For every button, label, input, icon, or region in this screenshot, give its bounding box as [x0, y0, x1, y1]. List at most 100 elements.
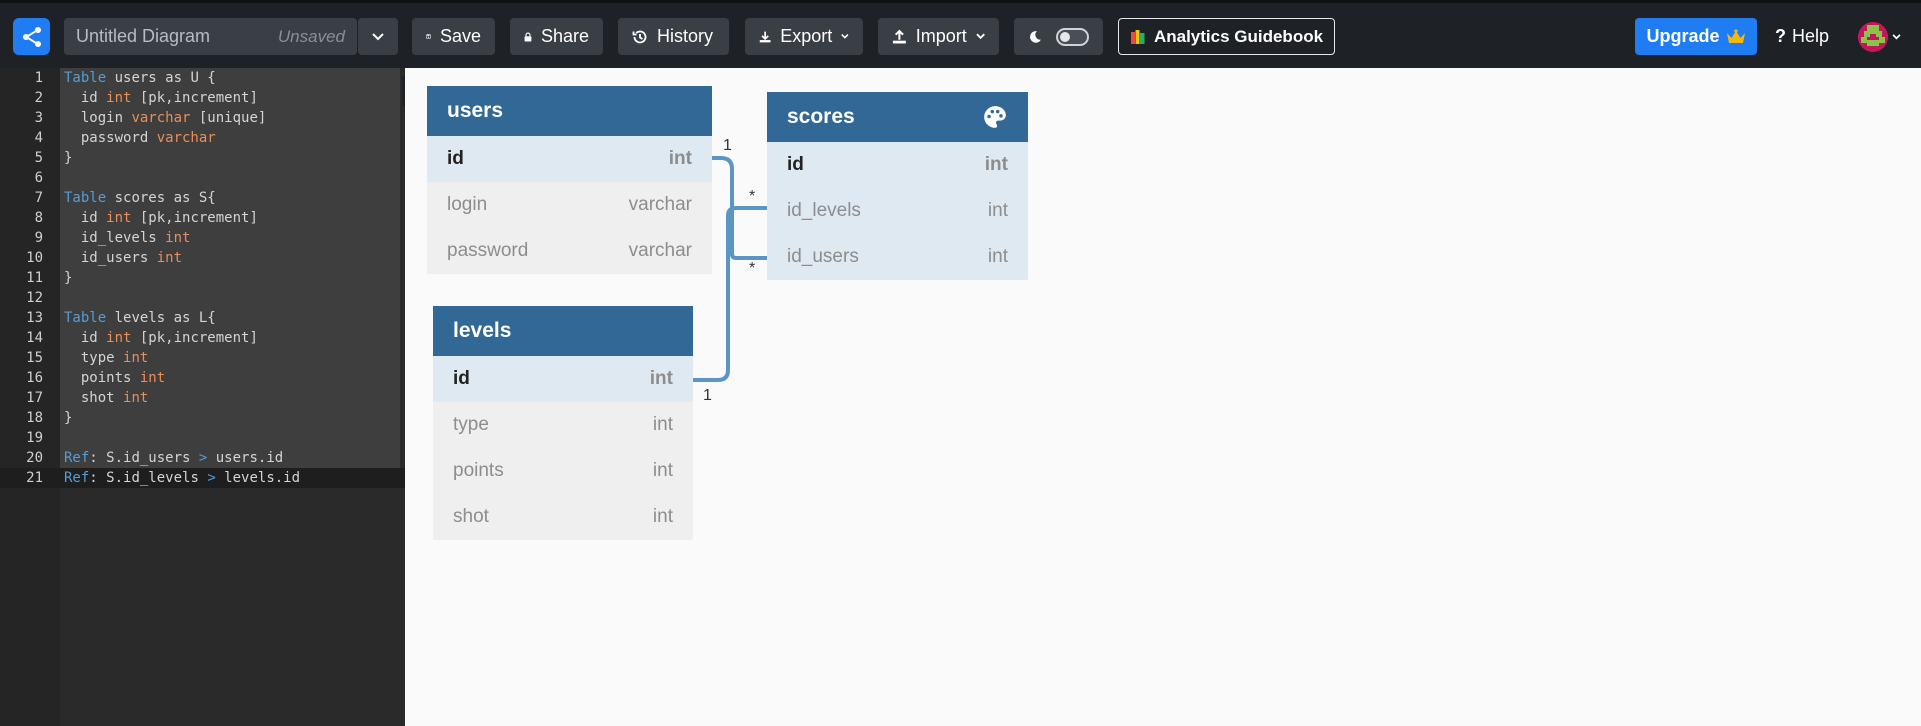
code-line: id int [pk,increment]	[64, 210, 258, 226]
table-header[interactable]: users	[427, 86, 712, 136]
user-menu[interactable]	[1858, 18, 1906, 55]
line-number: 20	[26, 450, 43, 466]
field-row[interactable]: id_users int	[767, 234, 1028, 280]
export-label: Export	[780, 26, 833, 46]
books-icon	[1130, 29, 1145, 44]
field-name: shot	[453, 506, 489, 527]
dark-mode-toggle[interactable]	[1014, 18, 1103, 55]
import-button[interactable]: Import	[878, 18, 999, 55]
upgrade-label: Upgrade	[1646, 26, 1720, 46]
chevron-down-icon	[976, 33, 985, 40]
field-type: int	[987, 200, 1008, 221]
code-line: }	[64, 270, 73, 286]
line-number: 12	[26, 290, 43, 306]
history-button[interactable]: History	[618, 18, 729, 55]
chevron-down-icon	[372, 32, 384, 40]
field-name: type	[453, 414, 489, 435]
save-button[interactable]: Save	[412, 18, 495, 55]
field-row[interactable]: shot int	[433, 494, 693, 540]
field-name: password	[447, 240, 529, 261]
moon-icon	[1030, 30, 1041, 43]
code-line: }	[64, 410, 73, 426]
code-line: points int	[64, 370, 166, 386]
help-label: Help	[1792, 26, 1830, 46]
history-label: History	[657, 26, 714, 46]
line-number: 21	[26, 470, 43, 486]
import-label: Import	[915, 26, 967, 46]
line-number: 13	[26, 310, 43, 326]
field-row[interactable]: id int	[427, 136, 712, 182]
download-icon	[759, 31, 771, 42]
table-name: scores	[787, 105, 855, 128]
line-number: 19	[26, 430, 43, 446]
line-number: 16	[26, 370, 43, 386]
crown-icon	[1726, 28, 1745, 43]
lock-icon	[524, 31, 532, 42]
cardinality-levels-one: 1	[703, 387, 712, 404]
field-row[interactable]: id int	[767, 142, 1028, 188]
code-line: login varchar [unique]	[64, 110, 267, 126]
save-status: Unsaved	[277, 26, 345, 46]
palette-icon[interactable]	[982, 104, 1008, 130]
field-name: id_users	[787, 246, 859, 267]
code-line: password varchar	[64, 130, 216, 146]
line-number: 6	[34, 170, 43, 186]
code-line: Table levels as L{	[64, 310, 216, 326]
field-row[interactable]: type int	[433, 402, 693, 448]
share-button[interactable]: Share	[510, 18, 603, 55]
table-scores[interactable]: scores id int id_levels int id_users int	[767, 92, 1028, 280]
line-number: 5	[34, 150, 43, 166]
field-name: id_levels	[787, 200, 861, 221]
field-type: int	[652, 460, 673, 481]
field-type: varchar	[628, 194, 692, 215]
line-number: 1	[34, 70, 43, 86]
table-header[interactable]: levels	[433, 306, 693, 356]
field-name: points	[453, 460, 504, 481]
guidebook-label: Analytics Guidebook	[1153, 26, 1324, 46]
table-name: users	[447, 99, 504, 122]
code-line: id_users int	[64, 250, 183, 266]
table-levels[interactable]: levels id int type int points int shot i…	[433, 306, 693, 540]
upgrade-button[interactable]: Upgrade	[1635, 18, 1757, 55]
title-dropdown-button[interactable]	[358, 18, 398, 55]
field-type: varchar	[628, 240, 692, 261]
toggle-switch[interactable]	[1056, 27, 1089, 46]
line-number: 9	[34, 230, 43, 246]
line-number: 18	[26, 410, 43, 426]
field-row[interactable]: points int	[433, 448, 693, 494]
line-number: 7	[34, 190, 43, 206]
field-type: int	[652, 414, 673, 435]
code-line: id int [pk,increment]	[64, 90, 258, 106]
code-line: id int [pk,increment]	[64, 330, 258, 346]
field-name: login	[447, 194, 488, 215]
field-type: int	[987, 246, 1008, 267]
field-type: int	[652, 506, 673, 527]
table-users[interactable]: users id int login varchar password varc…	[427, 86, 712, 274]
diagram-title-field[interactable]: Untitled Diagram Unsaved	[64, 18, 357, 55]
table-header[interactable]: scores	[767, 92, 1028, 142]
field-row[interactable]: password varchar	[427, 228, 712, 274]
field-row[interactable]: login varchar	[427, 182, 712, 228]
analytics-guidebook-button[interactable]: Analytics Guidebook	[1118, 18, 1335, 55]
save-label: Save	[439, 26, 481, 46]
field-type: int	[984, 154, 1008, 175]
app-logo-icon[interactable]	[13, 18, 50, 55]
code-line: Ref: S.id_users > users.id	[64, 450, 284, 466]
save-icon	[426, 34, 431, 39]
line-number: 17	[26, 390, 43, 406]
code-line: Ref: S.id_levels > levels.id	[64, 470, 301, 486]
top-bar: Untitled Diagram Unsaved Save Share Hist…	[0, 0, 1921, 68]
code-line: type int	[64, 350, 149, 366]
field-row[interactable]: id int	[433, 356, 693, 402]
export-button[interactable]: Export	[745, 18, 863, 55]
chevron-down-icon	[1892, 33, 1901, 39]
diagram-canvas[interactable]: 1 * * 1 users id int login varchar passw…	[405, 68, 1921, 726]
upload-icon	[892, 29, 906, 43]
field-row[interactable]: id_levels int	[767, 188, 1028, 234]
help-button[interactable]: ? Help	[1775, 18, 1835, 55]
field-name: id	[787, 154, 804, 175]
field-name: id	[453, 368, 470, 389]
line-number: 4	[34, 130, 43, 146]
code-editor[interactable]: 1 2 3 4 5 6 7 8 9 10 11 12 13 14 15 16 17 18 19 20 21 Table …	[0, 68, 405, 726]
field-type: int	[668, 148, 692, 169]
